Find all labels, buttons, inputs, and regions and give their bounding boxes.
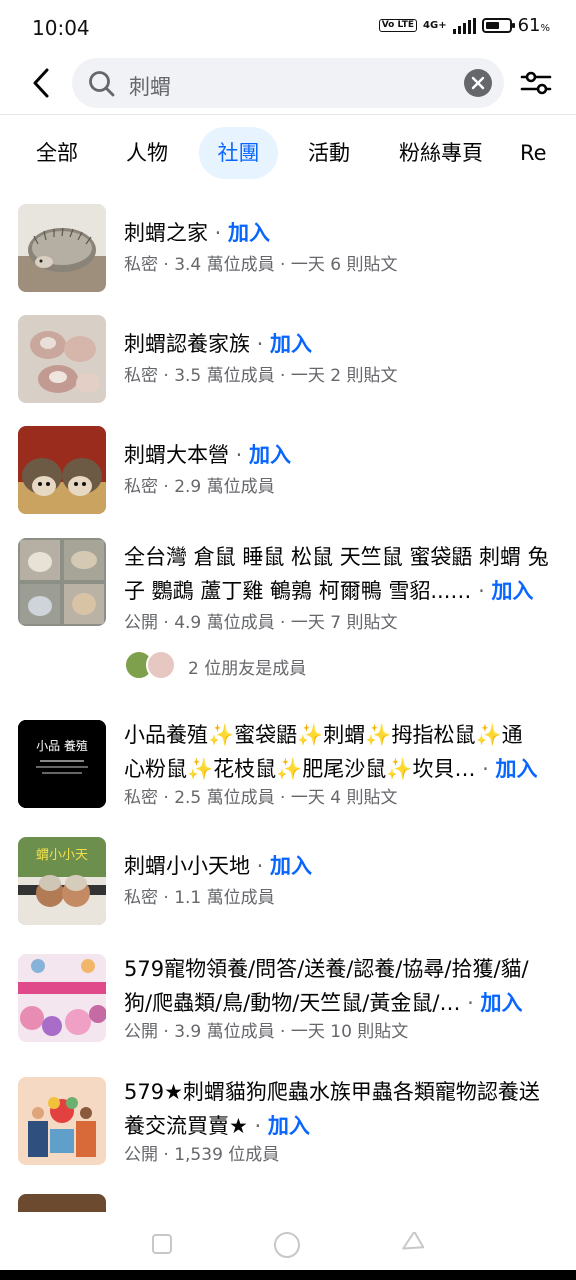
group-result-item-partial[interactable] — [0, 1194, 576, 1212]
join-button[interactable]: 加入 — [480, 991, 522, 1015]
group-meta: 私密 · 2.5 萬位成員 · 一天 4 則貼文 — [124, 788, 398, 808]
group-meta: 私密 · 2.9 萬位成員 — [124, 477, 275, 497]
group-result-item[interactable]: 579★刺蝟貓狗爬蟲水族甲蟲各類寵物認養送 養交流買賣★ · 加入 公開 · 1… — [0, 1077, 576, 1173]
group-result-item[interactable]: 小品 養殖 小品養殖✨蜜袋鼯✨刺蝟✨拇指松鼠✨通 心粉鼠✨花枝鼠✨肥尾沙鼠✨坎貝… — [0, 720, 576, 816]
system-nav-bar — [0, 1212, 576, 1270]
join-button[interactable]: 加入 — [249, 443, 291, 467]
friends-members: 2 位朋友是成員 — [124, 650, 306, 682]
group-meta: 公開 · 4.9 萬位成員 · 一天 7 則貼文 — [124, 613, 398, 633]
group-name-continued[interactable]: 子 鸚鵡 蘆丁雞 鵪鶉 柯爾鴨 雪貂...… — [124, 579, 471, 603]
group-name[interactable]: 579★刺蝟貓狗爬蟲水族甲蟲各類寵物認養送 — [124, 1075, 558, 1109]
back-button[interactable] — [26, 66, 56, 100]
status-icons: Vo LTE 4G+ 61% — [378, 15, 550, 36]
avatar — [146, 650, 176, 680]
group-meta: 私密 · 3.4 萬位成員 · 一天 6 則貼文 — [124, 255, 398, 275]
group-title[interactable]: 579寵物領養/問答/送養/認養/協尋/拾獲/貓/ 狗/爬蟲類/鳥/動物/天竺鼠… — [124, 952, 558, 1020]
group-name-continued[interactable]: 狗/爬蟲類/鳥/動物/天竺鼠/黃金鼠/… — [124, 991, 460, 1015]
group-info: 579★刺蝟貓狗爬蟲水族甲蟲各類寵物認養送 養交流買賣★ · 加入 公開 · 1… — [124, 1077, 558, 1167]
group-name[interactable]: 刺蝟認養家族 — [124, 332, 250, 356]
home-icon[interactable] — [272, 1230, 302, 1260]
group-name[interactable]: 579寵物領養/問答/送養/認養/協尋/拾獲/貓/ — [124, 952, 558, 986]
join-button[interactable]: 加入 — [268, 1114, 310, 1138]
group-name-continued[interactable]: 心粉鼠✨花枝鼠✨肥尾沙鼠✨坎貝… — [124, 757, 475, 781]
group-name[interactable]: 刺蝟之家 — [124, 221, 208, 245]
group-meta: 私密 · 1.1 萬位成員 — [124, 888, 275, 908]
group-info: 小品養殖✨蜜袋鼯✨刺蝟✨拇指松鼠✨通 心粉鼠✨花枝鼠✨肥尾沙鼠✨坎貝… · 加入… — [124, 720, 558, 810]
group-thumbnail — [18, 426, 106, 514]
group-info: 刺蝟認養家族 · 加入 私密 · 3.5 萬位成員 · 一天 2 則貼文 — [124, 315, 558, 388]
tab-more[interactable]: Re — [520, 127, 570, 179]
group-thumbnail — [18, 1194, 106, 1212]
tab-events[interactable]: 活動 — [298, 127, 360, 179]
network-type: 4G+ — [423, 19, 447, 31]
bottom-edge — [0, 1270, 576, 1280]
group-thumbnail — [18, 954, 106, 1042]
status-time: 10:04 — [32, 16, 90, 40]
group-name-continued[interactable]: 養交流買賣★ — [124, 1114, 248, 1138]
group-result-item[interactable]: 刺蝟認養家族 · 加入 私密 · 3.5 萬位成員 · 一天 2 則貼文 — [0, 315, 576, 411]
group-thumbnail — [18, 1077, 106, 1165]
group-thumbnail — [18, 315, 106, 403]
group-thumbnail — [18, 204, 106, 292]
group-result-item[interactable]: 刺蝟大本營 · 加入 私密 · 2.9 萬位成員 — [0, 426, 576, 522]
group-info: 全台灣 倉鼠 睡鼠 松鼠 天竺鼠 蜜袋鼯 刺蝟 兔 子 鸚鵡 蘆丁雞 鵪鶉 柯爾… — [124, 538, 558, 635]
group-name[interactable]: 刺蝟小小天地 — [124, 854, 250, 878]
battery-percent: 61% — [517, 15, 550, 36]
filter-button[interactable] — [516, 66, 556, 100]
join-button[interactable]: 加入 — [270, 332, 312, 356]
search-input[interactable]: 刺蝟 — [72, 58, 504, 108]
search-icon — [89, 71, 115, 97]
group-meta: 公開 · 3.9 萬位成員 · 一天 10 則貼文 — [124, 1022, 409, 1042]
search-tabs: 全部 人物 社團 活動 粉絲專頁 Re — [0, 124, 576, 184]
group-title[interactable]: 刺蝟大本營 · 加入 — [124, 438, 558, 472]
tab-groups[interactable]: 社團 — [199, 127, 278, 179]
group-info: 刺蝟小小天地 · 加入 私密 · 1.1 萬位成員 — [124, 837, 558, 910]
status-bar: 10:04 Vo LTE 4G+ 61% — [0, 0, 576, 56]
search-header: 刺蝟 — [0, 56, 576, 115]
group-result-item[interactable]: 全台灣 倉鼠 睡鼠 松鼠 天竺鼠 蜜袋鼯 刺蝟 兔 子 鸚鵡 蘆丁雞 鵪鶉 柯爾… — [0, 538, 576, 688]
group-result-item[interactable]: 蝟小小天 刺蝟小小天地 · 加入 私密 · 1.1 萬位成員 — [0, 837, 576, 933]
tab-people[interactable]: 人物 — [116, 127, 178, 179]
group-title[interactable]: 小品養殖✨蜜袋鼯✨刺蝟✨拇指松鼠✨通 心粉鼠✨花枝鼠✨肥尾沙鼠✨坎貝… · 加入 — [124, 718, 558, 786]
join-button[interactable]: 加入 — [270, 854, 312, 878]
group-title[interactable]: 刺蝟小小天地 · 加入 — [124, 849, 558, 883]
search-query[interactable]: 刺蝟 — [129, 71, 171, 101]
join-button[interactable]: 加入 — [491, 579, 533, 603]
group-info: 刺蝟之家 · 加入 私密 · 3.4 萬位成員 · 一天 6 則貼文 — [124, 204, 558, 277]
group-meta: 公開 · 1,539 位成員 — [124, 1145, 280, 1165]
group-title[interactable]: 刺蝟之家 · 加入 — [124, 216, 558, 250]
volte-icon: Vo LTE — [378, 19, 418, 32]
group-thumbnail — [18, 538, 106, 626]
filter-icon — [520, 71, 552, 95]
group-name[interactable]: 小品養殖✨蜜袋鼯✨刺蝟✨拇指松鼠✨通 — [124, 718, 558, 752]
group-info: 579寵物領養/問答/送養/認養/協尋/拾獲/貓/ 狗/爬蟲類/鳥/動物/天竺鼠… — [124, 954, 558, 1044]
group-info: 刺蝟大本營 · 加入 私密 · 2.9 萬位成員 — [124, 426, 558, 499]
group-name[interactable]: 全台灣 倉鼠 睡鼠 松鼠 天竺鼠 蜜袋鼯 刺蝟 兔 — [124, 540, 558, 574]
recent-apps-icon[interactable] — [150, 1232, 174, 1256]
group-title[interactable]: 刺蝟認養家族 · 加入 — [124, 327, 558, 361]
tab-all[interactable]: 全部 — [26, 127, 88, 179]
join-button[interactable]: 加入 — [495, 757, 537, 781]
battery-icon — [481, 18, 515, 33]
group-title[interactable]: 全台灣 倉鼠 睡鼠 松鼠 天竺鼠 蜜袋鼯 刺蝟 兔 子 鸚鵡 蘆丁雞 鵪鶉 柯爾… — [124, 540, 558, 608]
join-button[interactable]: 加入 — [228, 221, 270, 245]
friends-count: 2 位朋友是成員 — [188, 658, 307, 679]
group-result-item[interactable]: 579寵物領養/問答/送養/認養/協尋/拾獲/貓/ 狗/爬蟲類/鳥/動物/天竺鼠… — [0, 954, 576, 1050]
group-meta: 私密 · 3.5 萬位成員 · 一天 2 則貼文 — [124, 366, 398, 386]
group-title[interactable]: 579★刺蝟貓狗爬蟲水族甲蟲各類寵物認養送 養交流買賣★ · 加入 — [124, 1075, 558, 1143]
back-arrow-icon — [33, 68, 49, 98]
tab-pages[interactable]: 粉絲專頁 — [388, 127, 494, 179]
back-icon[interactable] — [398, 1232, 424, 1256]
thumbnail-text: 小品 養殖 — [36, 738, 88, 753]
friend-avatars — [124, 650, 180, 682]
clear-icon — [471, 76, 485, 90]
thumbnail-text: 蝟小小天 — [36, 848, 88, 863]
group-result-item[interactable]: 刺蝟之家 · 加入 私密 · 3.4 萬位成員 · 一天 6 則貼文 — [0, 204, 576, 300]
group-thumbnail: 蝟小小天 — [18, 837, 106, 925]
signal-icon — [452, 17, 476, 34]
group-thumbnail: 小品 養殖 — [18, 720, 106, 808]
clear-search-button[interactable] — [464, 69, 492, 97]
group-name[interactable]: 刺蝟大本營 — [124, 443, 229, 467]
